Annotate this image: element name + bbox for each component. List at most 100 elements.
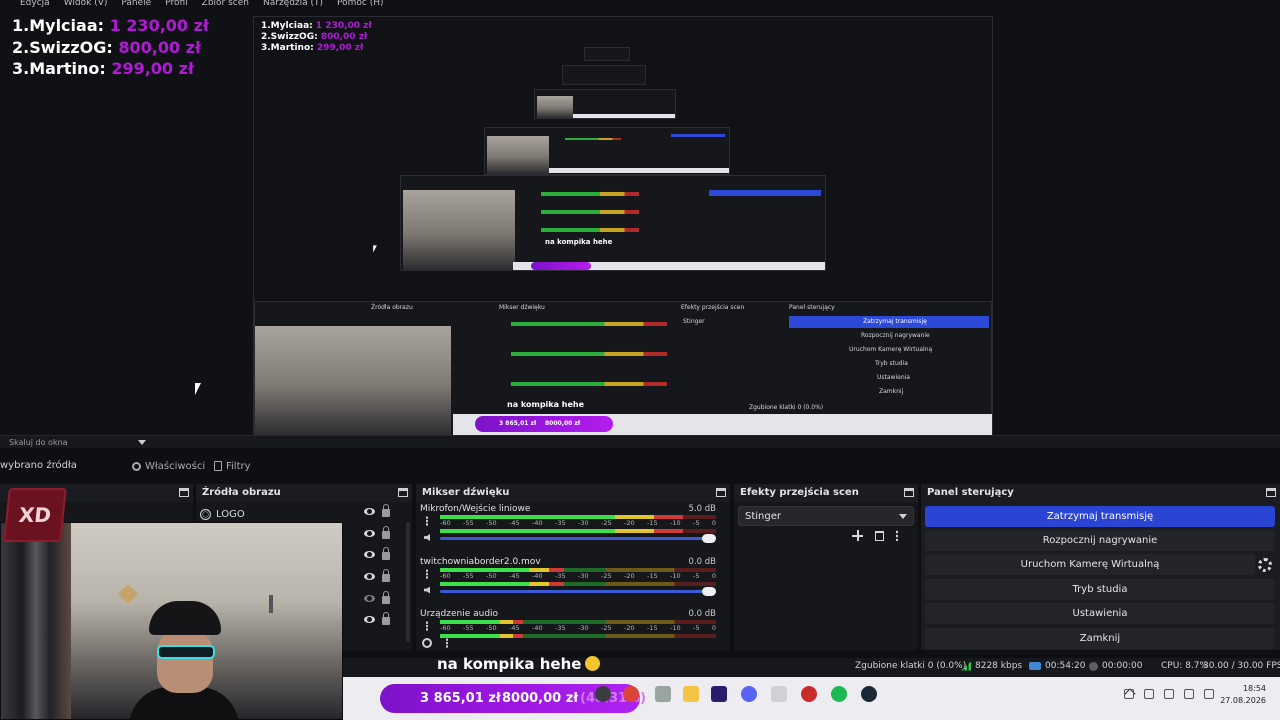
meter-tick-label: -30 xyxy=(578,519,589,527)
bitrate-value: 8228 kbps xyxy=(975,661,1023,671)
nested-settings-label: Ustawienia xyxy=(877,374,910,381)
tray-app-icon[interactable] xyxy=(1124,689,1134,699)
eye-hidden-icon[interactable] xyxy=(364,594,375,602)
nested-taskbar xyxy=(573,114,675,118)
nested-sources-title: Źródła obrazu xyxy=(371,304,413,311)
undock-icon[interactable] xyxy=(904,487,914,497)
nested-meter xyxy=(511,382,667,386)
menu-edit[interactable]: Edycja xyxy=(20,0,50,7)
meter-tick-label: -10 xyxy=(670,519,681,527)
volume-slider-handle[interactable] xyxy=(702,534,716,543)
streamer xyxy=(129,601,239,719)
undock-icon[interactable] xyxy=(1266,487,1276,497)
sources-scrollbar[interactable] xyxy=(406,522,410,642)
scale-mode-label[interactable]: Skaluj do okna xyxy=(9,438,68,447)
volume-icon[interactable] xyxy=(424,586,430,594)
app-taskbar-icon[interactable] xyxy=(801,686,817,702)
meter-tick-label: -45 xyxy=(509,571,520,580)
eye-icon[interactable] xyxy=(364,551,375,559)
chevron-down-icon[interactable] xyxy=(138,440,146,445)
eye-icon[interactable] xyxy=(364,529,375,537)
nested-donation-current: 3 865,01 zł xyxy=(499,420,537,427)
app-taskbar-icon[interactable] xyxy=(771,686,787,702)
settings-button[interactable]: Ustawienia xyxy=(925,603,1275,624)
menu-help[interactable]: Pomoc (H) xyxy=(337,0,384,7)
taskbar: 3 865,01 zł 8000,00 zł (48.31%) 18:54 27… xyxy=(343,677,1280,720)
nested-caption: na kompika hehe xyxy=(507,400,585,409)
no-source-selected-label: wybrano źródła xyxy=(0,460,77,471)
volume-icon[interactable] xyxy=(424,534,430,541)
discord-icon[interactable] xyxy=(741,686,757,702)
start-recording-button[interactable]: Rozpocznij nagrywanie xyxy=(925,530,1275,551)
menu-scene-collection[interactable]: Zbiór scen xyxy=(202,0,249,7)
mixer-track-menu-icon[interactable] xyxy=(426,568,428,579)
add-transition-icon[interactable] xyxy=(852,530,863,541)
eye-icon[interactable] xyxy=(364,616,375,624)
steam-icon[interactable] xyxy=(861,686,877,702)
studio-mode-button[interactable]: Tryb studia xyxy=(925,579,1275,600)
lock-icon[interactable] xyxy=(382,525,390,539)
source-row-toggles xyxy=(364,609,394,631)
menu-docks[interactable]: Panele xyxy=(121,0,151,7)
meter-tick-label: -15 xyxy=(647,624,658,632)
volume-meter xyxy=(440,634,716,638)
nested-studio-label: Tryb studia xyxy=(875,360,908,367)
menu-profile[interactable]: Profil xyxy=(165,0,187,7)
mixer-menu-icon[interactable] xyxy=(446,638,448,648)
leaderboard-amount: 1 230,00 zł xyxy=(109,16,209,35)
volume-slider-handle[interactable] xyxy=(702,586,716,596)
obs-taskbar-icon[interactable] xyxy=(595,686,611,702)
volume-meter-fill xyxy=(440,581,565,586)
virtual-camera-settings-icon[interactable] xyxy=(1258,558,1272,572)
eye-icon[interactable] xyxy=(364,508,375,516)
lock-icon[interactable] xyxy=(382,590,390,604)
menu-tools[interactable]: Narzędzia (T) xyxy=(263,0,323,7)
lock-icon[interactable] xyxy=(382,569,390,583)
dropped-frames: Zgubione klatki 0 (0.0%) xyxy=(855,661,967,671)
stop-streaming-button[interactable]: Zatrzymaj transmisję xyxy=(925,506,1275,527)
lock-icon[interactable] xyxy=(382,504,390,518)
undock-icon[interactable] xyxy=(179,487,189,497)
clock[interactable]: 18:54 27.08.2026 xyxy=(1220,683,1266,707)
meter-tick-label: 0 xyxy=(711,571,716,580)
remove-transition-icon[interactable] xyxy=(875,530,884,541)
menu-view[interactable]: Widok (V) xyxy=(64,0,108,7)
mixer-settings-icon[interactable] xyxy=(422,638,432,648)
volume-icon[interactable] xyxy=(1204,689,1214,699)
chrome-taskbar-icon[interactable] xyxy=(623,686,639,702)
properties-button[interactable]: Właściwości xyxy=(128,457,209,475)
transitions-dock: Efekty przejścia scen Stinger xyxy=(734,484,918,650)
undock-icon[interactable] xyxy=(398,487,408,497)
volume-slider[interactable] xyxy=(440,589,716,593)
volume-slider[interactable] xyxy=(440,537,716,540)
meter-tick-label: -60 xyxy=(440,571,451,580)
leaderboard-row: 3.Martino: 299,00 zł xyxy=(12,58,209,80)
folder-icon[interactable] xyxy=(683,686,699,702)
mixer-track-menu-icon[interactable] xyxy=(426,516,428,526)
transitions-dock-header: Efekty przejścia scen xyxy=(734,484,918,500)
eye-icon[interactable] xyxy=(364,573,375,581)
source-item-label: LOGO xyxy=(216,508,245,520)
meter-scale: -60 -55 -50 -45 -40 -35 -30 -25 -20 -15 -10 -5 0 xyxy=(440,572,716,582)
lock-icon[interactable] xyxy=(382,547,390,561)
microphone-icon[interactable] xyxy=(1144,689,1154,699)
meter-tick-label: -25 xyxy=(601,624,612,632)
spotify-icon[interactable] xyxy=(831,686,847,702)
mixer-track-menu-icon[interactable] xyxy=(426,621,428,631)
nested-vcam-label: Uruchom Kamerę Wirtualną xyxy=(849,346,933,353)
network-tray-icon[interactable] xyxy=(1164,689,1174,699)
app-taskbar-icon[interactable] xyxy=(655,686,671,702)
undock-icon[interactable] xyxy=(716,487,726,497)
cloud-icon[interactable] xyxy=(1184,689,1194,699)
nested-preview-level3 xyxy=(484,127,730,175)
nested-preview-level4 xyxy=(534,89,676,119)
exit-button[interactable]: Zamknij xyxy=(925,628,1275,649)
transition-select[interactable]: Stinger xyxy=(738,506,914,526)
transition-menu-icon[interactable] xyxy=(896,530,898,541)
webcam-overlay xyxy=(0,522,343,720)
start-virtual-camera-button[interactable]: Uruchom Kamerę Wirtualną xyxy=(925,554,1255,575)
filters-button[interactable]: Filtry xyxy=(210,457,255,475)
lock-icon[interactable] xyxy=(382,612,390,626)
premiere-icon[interactable] xyxy=(711,686,727,702)
preview-canvas[interactable]: 1.Mylciaa: 1 230,00 zł 2.SwizzOG: 800,00… xyxy=(0,7,1280,436)
